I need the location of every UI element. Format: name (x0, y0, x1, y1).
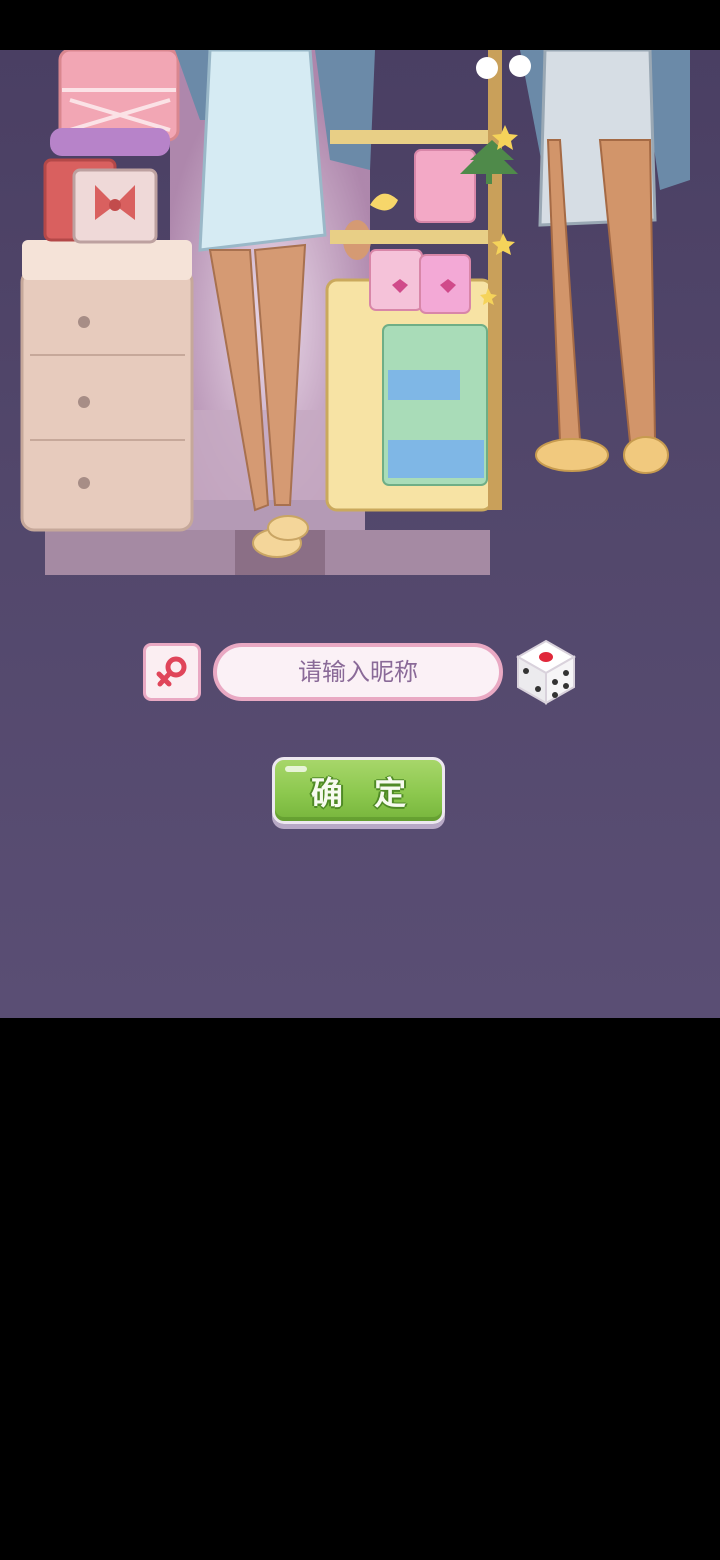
button-shine (285, 766, 307, 772)
game-view: 确 定 (0, 50, 720, 1018)
confirm-button-label: 确 定 (310, 773, 417, 812)
dice-icon (515, 639, 577, 705)
nickname-form (0, 639, 720, 705)
left-cabinet (20, 240, 194, 532)
screen: 确 定 (0, 0, 720, 1560)
gift-boxes (43, 50, 180, 244)
shop-scene-illustration (20, 50, 690, 575)
female-symbol-icon (156, 656, 187, 687)
random-nickname-button[interactable] (511, 635, 581, 707)
boy-character (476, 50, 690, 474)
nickname-input[interactable] (213, 643, 503, 701)
gender-toggle-button[interactable] (143, 643, 201, 701)
confirm-button[interactable]: 确 定 (272, 757, 445, 824)
